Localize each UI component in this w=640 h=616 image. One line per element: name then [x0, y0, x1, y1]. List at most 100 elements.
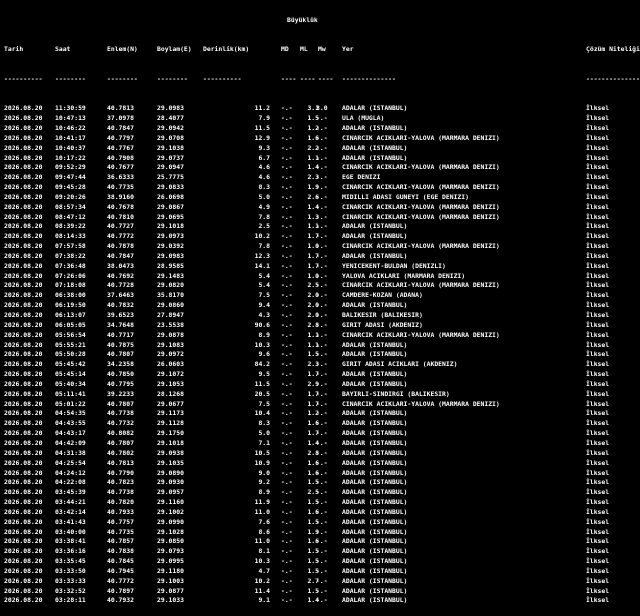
- cell-mw: -.-: [316, 517, 328, 526]
- cell-time: 09:45:28: [55, 183, 86, 192]
- cell-depth: 11.2: [254, 104, 270, 113]
- cell-time: 03:45:39: [55, 488, 86, 497]
- earthquake-row: 2026.08.20 06:05:05 34.7648 23.5538 90.6 -.- 2…: [4, 321, 640, 331]
- cell-md: -.-: [281, 527, 293, 536]
- cell-solution-quality: İlksel: [586, 104, 610, 113]
- cell-location: ADALAR (ISTANBUL): [342, 557, 408, 566]
- cell-mw: -.-: [316, 458, 328, 467]
- cell-mw: -.-: [316, 468, 328, 477]
- header-date: Tarih: [4, 45, 24, 54]
- cell-mw: -.-: [316, 311, 328, 319]
- cell-time: 10:40:37: [55, 143, 86, 152]
- cell-date: 2026.08.20: [4, 586, 43, 595]
- cell-time: 10:17:22: [55, 153, 86, 162]
- earthquake-row: 2026.08.20 04:54:35 40.7738 29.1173 10.4 -.- 1…: [4, 409, 640, 419]
- cell-location: ULA (MUGLA): [342, 114, 385, 123]
- cell-md: -.-: [281, 104, 293, 113]
- cell-solution-quality: İlksel: [586, 448, 610, 457]
- cell-solution-quality: İlksel: [586, 419, 610, 428]
- cell-solution-quality: İlksel: [586, 261, 610, 270]
- cell-date: 2026.08.20: [4, 291, 43, 300]
- cell-date: 2026.08.20: [4, 448, 43, 457]
- cell-time: 04:54:35: [55, 409, 86, 418]
- cell-depth: 8.3: [258, 419, 270, 428]
- cell-mw: -.-: [316, 291, 328, 300]
- cell-mw: -.-: [316, 202, 328, 211]
- cell-latitude: 40.7850: [107, 370, 134, 379]
- cell-latitude: 37.6463: [107, 291, 134, 300]
- cell-date: 2026.08.20: [4, 547, 43, 556]
- cell-md: -.-: [281, 379, 293, 388]
- cell-date: 2026.08.20: [4, 104, 43, 113]
- cell-latitude: 40.7933: [107, 507, 134, 516]
- cell-depth: 4.3: [258, 311, 270, 319]
- cell-longitude: 29.0890: [157, 468, 184, 477]
- earthquake-row: 2026.08.20 09:45:28 40.7735 29.0833 8.3 -.- 1.…: [4, 183, 640, 193]
- cell-date: 2026.08.20: [4, 576, 43, 585]
- cell-md: -.-: [281, 153, 293, 162]
- cell-date: 2026.08.20: [4, 557, 43, 566]
- cell-md: -.-: [281, 143, 293, 152]
- earthquake-row: 2026.08.20 03:35:45 40.7845 29.0995 10.3 -.- 1…: [4, 557, 640, 567]
- cell-longitude: 29.0878: [157, 330, 184, 339]
- cell-date: 2026.08.20: [4, 143, 43, 152]
- earthquake-row: 2026.08.20 08:39:22 40.7727 29.1018 2.5 -.- 1.…: [4, 222, 640, 232]
- cell-md: -.-: [281, 123, 293, 132]
- cell-latitude: 40.7847: [107, 251, 134, 260]
- cell-time: 03:38:41: [55, 537, 86, 546]
- cell-date: 2026.08.20: [4, 301, 43, 310]
- cell-mw: -.-: [316, 527, 328, 536]
- cell-depth: 11.4: [254, 586, 270, 595]
- cell-mw: -.-: [316, 557, 328, 566]
- cell-latitude: 40.7738: [107, 409, 134, 418]
- cell-location: ADALAR (ISTANBUL): [342, 251, 408, 260]
- cell-location: CINARCIK ACIKLARI-YALOVA (MARMARA DENIZI…: [342, 399, 500, 408]
- cell-solution-quality: İlksel: [586, 143, 610, 152]
- cell-location: ADALAR (ISTANBUL): [342, 547, 408, 556]
- cell-location: GIRIT ADASI ACIKLARI (AKDENIZ): [342, 360, 458, 369]
- header-solution-quality: Çözüm Niteliği: [586, 45, 640, 54]
- cell-longitude: 29.1483: [157, 271, 184, 280]
- cell-location: YENICEKENT-BULDAN (DENIZLI): [342, 261, 446, 270]
- cell-mw: -.-: [316, 271, 328, 280]
- cell-depth: 84.2: [254, 360, 270, 369]
- cell-date: 2026.08.20: [4, 281, 43, 290]
- cell-location: ADALAR (ISTANBUL): [342, 498, 408, 507]
- cell-depth: 9.2: [258, 478, 270, 487]
- cell-date: 2026.08.20: [4, 163, 43, 172]
- cell-date: 2026.08.20: [4, 271, 43, 280]
- earthquake-row: 2026.08.20 04:25:54 40.7813 29.1035 10.9 -.- 1…: [4, 459, 640, 469]
- cell-longitude: 29.0983: [157, 251, 184, 260]
- cell-location: ADALAR (ISTANBUL): [342, 478, 408, 487]
- cell-date: 2026.08.20: [4, 389, 43, 398]
- cell-time: 06:19:50: [55, 301, 86, 310]
- cell-time: 09:20:26: [55, 192, 86, 201]
- earthquake-row: 2026.08.20 10:46:22 40.7847 29.0942 11.5 -.- 1…: [4, 124, 640, 134]
- cell-latitude: 40.7857: [107, 537, 134, 546]
- cell-md: -.-: [281, 163, 293, 172]
- earthquake-row: 2026.08.20 10:40:37 40.7767 29.1038 9.3 -.- 2.…: [4, 144, 640, 154]
- header-location: Yer: [342, 45, 354, 54]
- cell-mw: -.-: [316, 399, 328, 408]
- cell-time: 03:33:33: [55, 576, 86, 585]
- cell-md: -.-: [281, 547, 293, 556]
- cell-location: ADALAR (ISTANBUL): [342, 419, 408, 428]
- cell-date: 2026.08.20: [4, 399, 43, 408]
- cell-longitude: 29.0737: [157, 153, 184, 162]
- earthquake-row: 2026.08.20 05:01:22 40.7807 29.0677 7.5 -.- 1.…: [4, 400, 640, 410]
- cell-date: 2026.08.20: [4, 183, 43, 192]
- cell-mw: -.-: [316, 448, 328, 457]
- cell-solution-quality: İlksel: [586, 468, 610, 477]
- earthquake-row: 2026.08.20 03:36:16 40.7838 29.0793 8.1 -.- 1.…: [4, 547, 640, 557]
- cell-depth: 5.0: [258, 429, 270, 438]
- cell-latitude: 40.7845: [107, 557, 134, 566]
- earthquake-row: 2026.08.20 10:47:13 37.0978 28.4077 7.9 -.- 1.…: [4, 114, 640, 124]
- cell-depth: 7.8: [258, 212, 270, 221]
- cell-md: -.-: [281, 173, 293, 182]
- cell-depth: 10.5: [254, 448, 270, 457]
- cell-location: ADALAR (ISTANBUL): [342, 232, 408, 241]
- cell-longitude: 29.1038: [157, 143, 184, 152]
- cell-date: 2026.08.20: [4, 429, 43, 438]
- cell-time: 07:26:06: [55, 271, 86, 280]
- cell-latitude: 40.7767: [107, 143, 134, 152]
